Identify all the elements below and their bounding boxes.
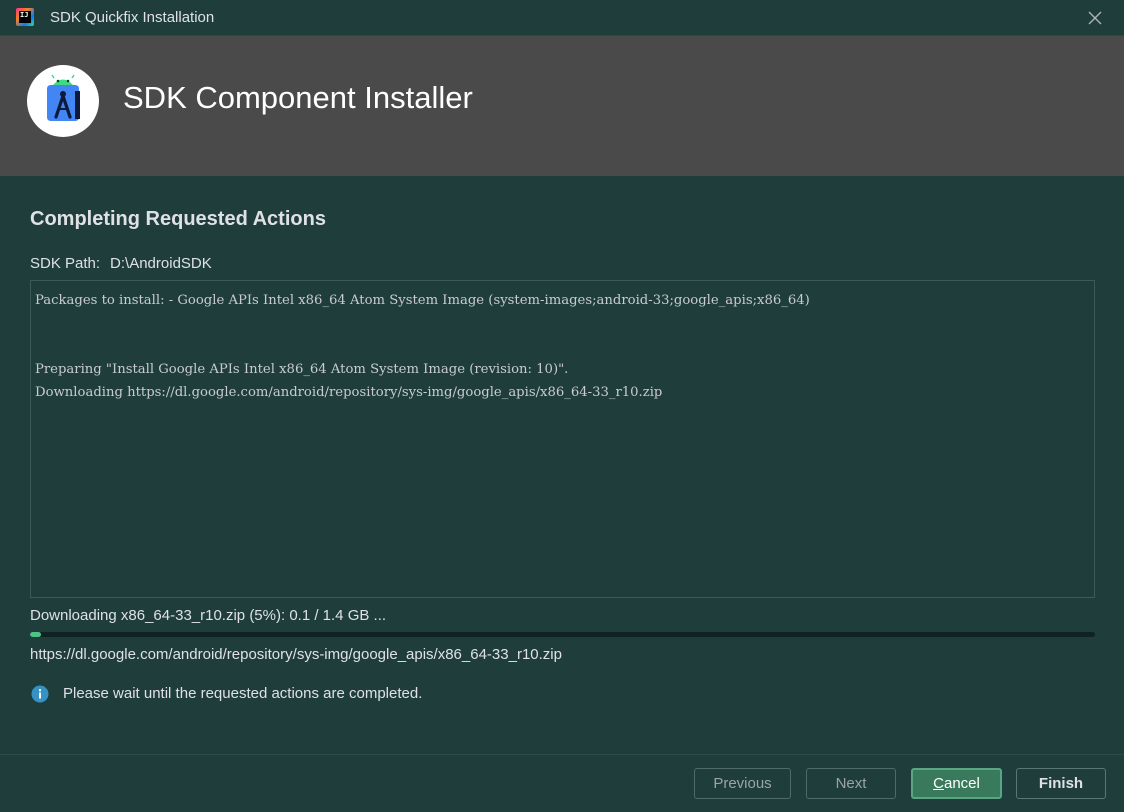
sdk-path-label: SDK Path:: [30, 255, 101, 272]
header-banner: SDK Component Installer: [0, 36, 1124, 176]
close-window-button[interactable]: [1082, 6, 1108, 30]
android-studio-icon: [47, 74, 80, 121]
info-icon: [31, 685, 49, 703]
intellij-app-icon: IJ: [16, 8, 34, 26]
info-text: Please wait until the requested actions …: [63, 685, 423, 702]
finish-button[interactable]: Finish: [1016, 768, 1106, 799]
banner-title: SDK Component Installer: [123, 80, 473, 115]
download-url: https://dl.google.com/android/repository…: [30, 646, 562, 663]
title-bar: IJ SDK Quickfix Installation: [0, 0, 1124, 36]
install-log-textarea[interactable]: Packages to install: - Google APIs Intel…: [30, 280, 1095, 598]
cancel-mnemonic: C: [933, 775, 944, 792]
log-line: Preparing "Install Google APIs Intel x86…: [35, 362, 569, 377]
log-line: Downloading https://dl.google.com/androi…: [35, 385, 663, 400]
download-progress-bar: [30, 632, 1095, 637]
close-icon: [1088, 11, 1102, 25]
sdk-path-value: D:\AndroidSDK: [110, 255, 212, 272]
cancel-button[interactable]: Cancel: [911, 768, 1002, 799]
sdk-path-row: SDK Path: D:\AndroidSDK: [30, 255, 212, 272]
next-button[interactable]: Next: [806, 768, 896, 799]
download-progress-fill: [30, 632, 41, 637]
app-icon-text: IJ: [19, 11, 31, 23]
log-line: Packages to install: - Google APIs Intel…: [35, 293, 810, 308]
window-title: SDK Quickfix Installation: [50, 9, 215, 26]
progress-status-label: Downloading x86_64-33_r10.zip (5%): 0.1 …: [30, 607, 387, 624]
page-heading: Completing Requested Actions: [30, 208, 326, 230]
previous-button[interactable]: Previous: [694, 768, 791, 799]
cancel-label-rest: ancel: [943, 775, 980, 792]
android-studio-logo: [27, 65, 99, 137]
footer-divider: [0, 754, 1124, 755]
